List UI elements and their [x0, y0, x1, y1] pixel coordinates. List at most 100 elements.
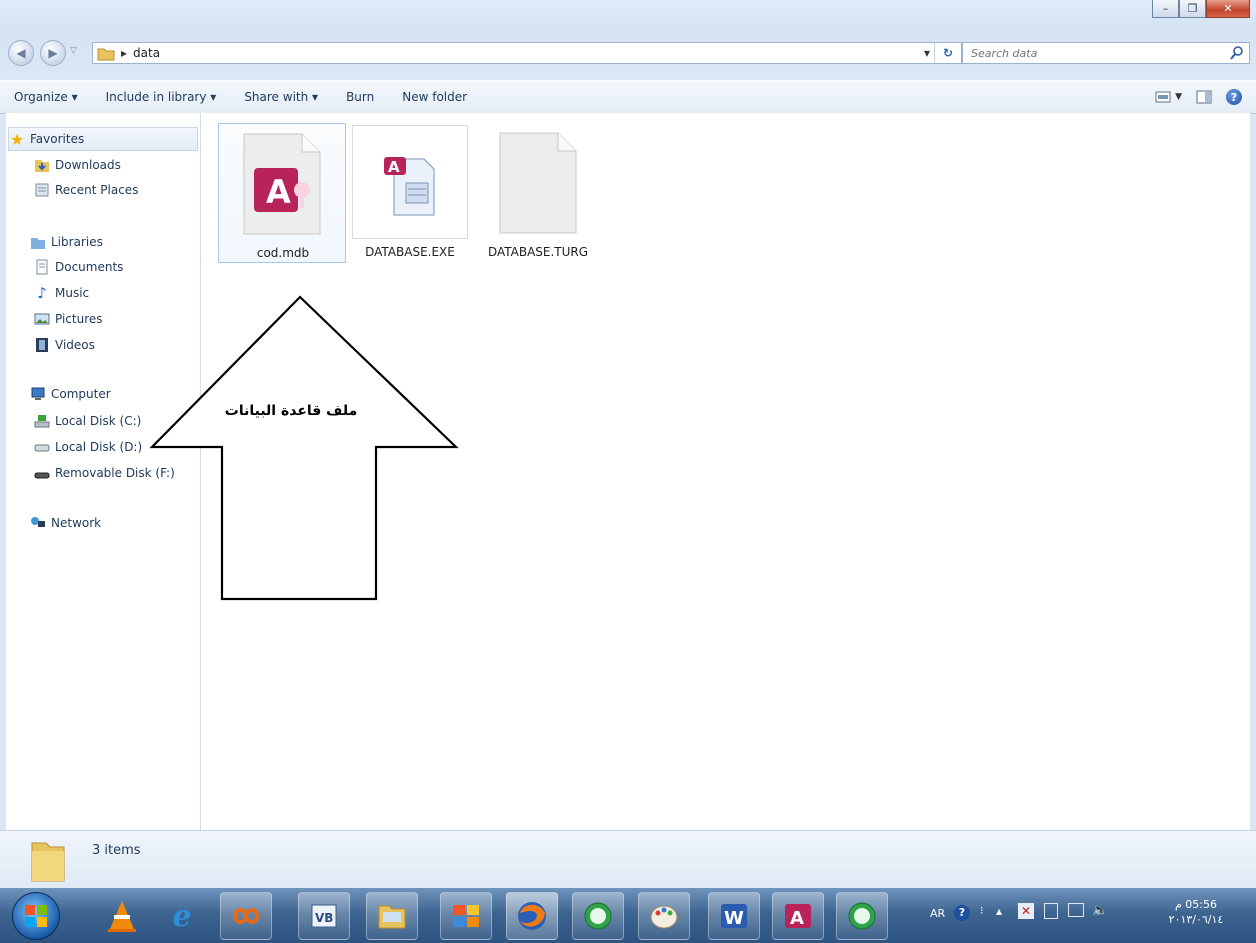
file-item-cod-mdb[interactable]: A cod.mdb	[218, 123, 346, 263]
arabic-app-taskbar-button[interactable]	[572, 892, 624, 940]
visual-basic-taskbar-button[interactable]: VB	[298, 892, 350, 940]
videos-icon	[34, 337, 50, 353]
svg-text:VB: VB	[315, 911, 333, 925]
tiles-icon	[453, 905, 479, 927]
language-options-icon[interactable]: ⁝	[980, 904, 984, 917]
sidebar-item-recent-places[interactable]: Recent Places	[34, 178, 200, 202]
firefox-icon	[518, 902, 546, 930]
content-area: ★ Favorites Downloads Recent Places Libra…	[6, 113, 1250, 830]
executable-icon: A	[384, 157, 435, 216]
vlc-taskbar-button[interactable]	[100, 894, 144, 938]
windows-app-taskbar-button[interactable]	[440, 892, 492, 940]
access-taskbar-button[interactable]: A	[772, 892, 824, 940]
item-count: 3 items	[92, 843, 141, 858]
music-icon: ♪	[37, 284, 47, 302]
recent-places-icon	[34, 182, 50, 198]
help-button[interactable]: ?	[1226, 89, 1242, 105]
vb-icon: VB	[311, 904, 337, 928]
network-tray-icon[interactable]	[1068, 903, 1084, 917]
refresh-button[interactable]: ↻	[934, 43, 961, 63]
sidebar-item-downloads[interactable]: Downloads	[34, 153, 200, 177]
green-globe-icon	[584, 902, 612, 930]
help-icon: ?	[1230, 90, 1238, 104]
system-drive-icon	[34, 413, 50, 429]
paint-palette-icon	[650, 905, 678, 929]
file-name: cod.mdb	[256, 246, 310, 260]
file-name: DATABASE.EXE	[365, 245, 455, 259]
explorer-window: – ❐ ✕ ◀ ▶ ▽ ▸ data ▾ ↻ Organize ▾ Includ…	[0, 0, 1256, 889]
usb-device-icon[interactable]	[1044, 903, 1058, 919]
pictures-icon	[34, 311, 50, 327]
close-button[interactable]: ✕	[1206, 0, 1250, 18]
star-icon: ★	[9, 129, 25, 149]
windows-logo-icon	[25, 905, 47, 927]
share-with-menu[interactable]: Share with ▾	[230, 90, 332, 104]
start-button[interactable]	[12, 892, 60, 940]
file-item-database-exe[interactable]: A DATABASE.EXE	[352, 123, 480, 263]
forward-arrow-icon: ▶	[48, 46, 58, 60]
generic-file-icon	[499, 132, 577, 234]
forward-button[interactable]: ▶	[40, 40, 66, 66]
back-button[interactable]: ◀	[8, 40, 34, 66]
sidebar-item-favorites[interactable]: ★ Favorites	[8, 127, 198, 151]
paint-taskbar-button[interactable]	[638, 892, 690, 940]
organize-menu[interactable]: Organize ▾	[0, 90, 92, 104]
recent-pages-dropdown[interactable]: ▽	[70, 46, 77, 56]
help-tray-icon[interactable]: ?	[954, 905, 970, 921]
hard-drive-icon	[34, 439, 50, 455]
svg-text:A: A	[388, 158, 400, 176]
file-explorer-taskbar-button[interactable]	[366, 892, 418, 940]
system-tray: AR ? ⁝ ▴ ✕ 🔈 05:56 م ٢٠١٣/٠٦/١٤	[910, 888, 1256, 943]
access-icon: A	[785, 904, 811, 929]
internet-explorer-taskbar-button[interactable]: e	[160, 894, 204, 938]
address-dropdown-button[interactable]: ▾	[924, 46, 930, 60]
preview-pane-icon[interactable]	[1196, 90, 1212, 104]
folder-icon	[31, 842, 65, 882]
sidebar-item-libraries[interactable]: Libraries	[30, 230, 200, 254]
folder-icon	[97, 48, 115, 61]
path-separator: ▸	[121, 46, 128, 60]
address-row: ◀ ▶ ▽ ▸ data ▾ ↻	[6, 36, 1250, 70]
access-database-icon: A	[243, 133, 321, 235]
word-icon: W	[721, 904, 747, 929]
minimize-button[interactable]: –	[1152, 0, 1179, 18]
maximize-button[interactable]: ❐	[1179, 0, 1206, 18]
annotation-label: ملف قاعدة البيانات	[224, 403, 358, 419]
libraries-icon	[30, 234, 46, 250]
visual-studio-taskbar-button[interactable]	[220, 892, 272, 940]
search-icon	[1230, 46, 1243, 60]
svg-text:A: A	[790, 908, 804, 929]
clock[interactable]: 05:56 م ٢٠١٣/٠٦/١٤	[1146, 898, 1246, 926]
firefox-taskbar-button[interactable]	[506, 892, 558, 940]
include-in-library-menu[interactable]: Include in library ▾	[92, 90, 231, 104]
svg-text:W: W	[724, 908, 744, 929]
volume-icon[interactable]: 🔈	[1092, 903, 1108, 918]
arabic-app-2-taskbar-button[interactable]	[836, 892, 888, 940]
sidebar-item-documents[interactable]: Documents	[34, 255, 200, 279]
downloads-folder-icon	[34, 157, 50, 173]
language-indicator[interactable]: AR	[930, 907, 945, 920]
file-item-database-turg[interactable]: DATABASE.TURG	[484, 123, 612, 263]
file-name: DATABASE.TURG	[487, 245, 589, 259]
burn-button[interactable]: Burn	[332, 90, 388, 104]
word-taskbar-button[interactable]: W	[708, 892, 760, 940]
address-bar[interactable]: ▸ data ▾ ↻	[92, 42, 962, 64]
documents-icon	[34, 259, 50, 275]
show-hidden-icons-icon[interactable]: ▴	[996, 904, 1002, 918]
breadcrumb-data[interactable]: data	[133, 46, 160, 60]
search-input[interactable]	[969, 45, 1229, 61]
green-globe-icon	[848, 902, 876, 930]
folder-icon	[378, 905, 406, 929]
removable-drive-icon	[34, 465, 50, 481]
infinity-logo-icon	[232, 908, 260, 924]
action-center-icon[interactable]: ✕	[1018, 903, 1034, 919]
command-bar: Organize ▾ Include in library ▾ Share wi…	[0, 80, 1256, 114]
search-box[interactable]	[962, 42, 1250, 64]
svg-text:A: A	[266, 173, 291, 211]
vlc-cone-icon	[108, 901, 136, 932]
change-view-button[interactable]: ▼	[1155, 91, 1182, 103]
new-folder-button[interactable]: New folder	[388, 90, 481, 104]
annotation-arrow	[149, 295, 459, 601]
computer-icon	[30, 386, 46, 402]
clock-date: ٢٠١٣/٠٦/١٤	[1168, 913, 1224, 926]
